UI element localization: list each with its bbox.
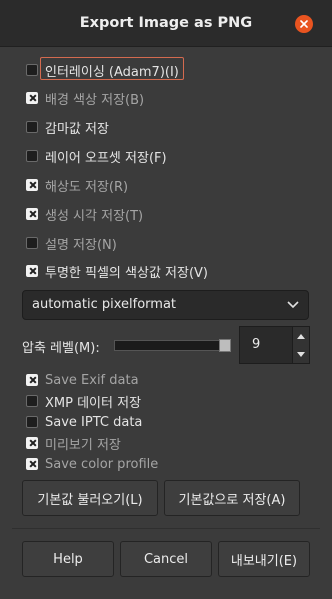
option-save-thumbnail[interactable]: 미리보기 저장 [26,433,121,453]
dialog-title: Export Image as PNG [79,15,253,31]
option-save-gamma[interactable]: 감마값 저장 [26,117,109,137]
checkbox[interactable] [26,150,38,162]
checkbox[interactable] [26,458,38,470]
option-label: 미리보기 저장 [45,437,121,453]
compression-label: 압축 레벨(M): [22,341,100,356]
option-save-comment[interactable]: 설명 저장(N) [26,233,117,253]
option-save-transparent-color[interactable]: 투명한 픽셀의 색상값 저장(V) [26,261,208,281]
checkbox[interactable] [26,395,38,407]
title-bar[interactable]: Export Image as PNG [0,0,332,47]
checkbox[interactable] [26,208,38,220]
option-save-color-profile[interactable]: Save color profile [26,454,158,474]
compression-spinbox[interactable]: 9 [239,326,310,364]
option-label: Save color profile [45,456,159,472]
option-label: 생성 시각 저장(T) [45,208,144,224]
option-save-background-color[interactable]: 배경 색상 저장(B) [26,88,144,108]
option-label: 배경 색상 저장(B) [45,92,145,108]
export-png-dialog: Export Image as PNG 인터레이싱 (Adam7)(I) 배경 … [0,0,332,599]
pixelformat-select[interactable]: automatic pixelformat [22,290,309,320]
checkbox[interactable] [26,416,38,428]
option-save-xmp[interactable]: XMP 데이터 저장 [26,391,141,411]
checkbox[interactable] [26,374,38,386]
export-button[interactable]: 내보내기(E) [218,541,310,577]
option-save-layer-offset[interactable]: 레이어 오프셋 저장(F) [26,146,167,166]
spin-down-button[interactable] [292,345,309,363]
compression-slider[interactable] [114,340,231,351]
load-defaults-button[interactable]: 기본값 불러오기(L) [22,480,158,516]
cancel-button[interactable]: Cancel [120,541,212,577]
close-icon [300,20,308,28]
arrow-up-icon [297,333,305,339]
checkbox[interactable] [26,237,38,249]
compression-value[interactable]: 9 [252,337,260,352]
option-label: 인터레이싱 (Adam7)(I) [45,64,179,80]
option-label: 해상도 저장(R) [45,179,129,195]
checkbox[interactable] [26,92,38,104]
pixelformat-value: automatic pixelformat [32,297,177,312]
close-button[interactable] [295,15,313,33]
option-label: Save IPTC data [45,414,143,430]
option-save-creation-time[interactable]: 생성 시각 저장(T) [26,204,143,224]
checkbox[interactable] [26,179,38,191]
save-defaults-button[interactable]: 기본값으로 저장(A) [164,480,300,516]
chevron-down-icon [287,301,299,309]
option-label: XMP 데이터 저장 [45,395,142,411]
option-label: Save Exif data [45,372,139,388]
checkbox[interactable] [26,121,38,133]
help-button[interactable]: Help [22,541,114,577]
compression-slider-handle[interactable] [219,339,231,352]
arrow-down-icon [297,351,305,357]
option-label: 투명한 픽셀의 색상값 저장(V) [45,265,208,281]
option-label: 감마값 저장 [45,121,109,137]
option-save-exif[interactable]: Save Exif data [26,370,139,390]
option-label: 설명 저장(N) [45,237,117,253]
option-save-resolution[interactable]: 해상도 저장(R) [26,175,128,195]
divider [12,528,320,529]
spin-up-button[interactable] [292,327,309,346]
option-interlacing[interactable]: 인터레이싱 (Adam7)(I) [26,60,179,80]
option-label: 레이어 오프셋 저장(F) [45,150,167,166]
checkbox[interactable] [26,437,38,449]
option-save-iptc[interactable]: Save IPTC data [26,412,142,432]
checkbox[interactable] [26,265,38,277]
checkbox[interactable] [26,64,38,76]
